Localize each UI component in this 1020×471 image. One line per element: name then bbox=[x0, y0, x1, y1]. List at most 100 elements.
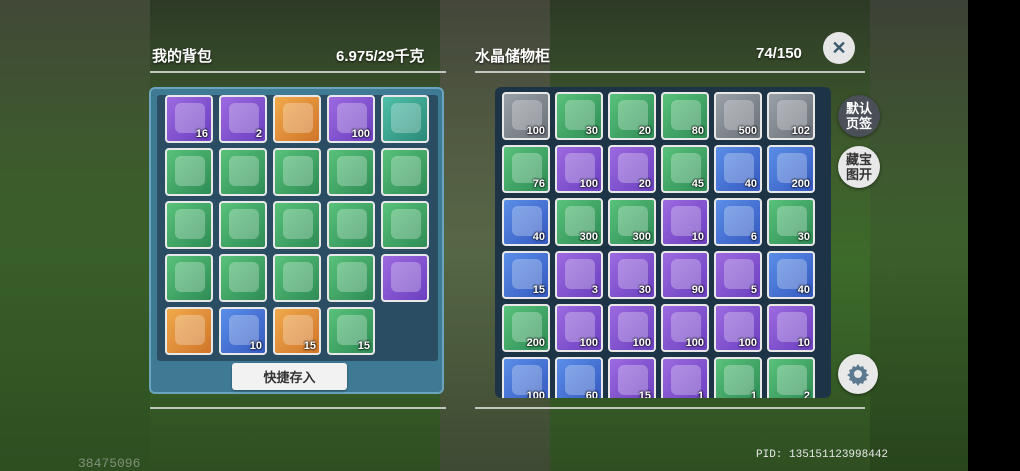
storage-slot[interactable]: 30 bbox=[767, 198, 815, 246]
divider-bottom-right bbox=[475, 407, 865, 409]
backpack-slot[interactable]: 2 bbox=[219, 95, 267, 143]
storage-slot[interactable]: 45 bbox=[661, 145, 709, 193]
item-count: 16 bbox=[195, 128, 208, 140]
item-count: 2 bbox=[803, 390, 810, 398]
storage-slot[interactable]: 100 bbox=[608, 304, 656, 352]
backpack-slot[interactable] bbox=[381, 148, 429, 196]
crystal-cat-icon bbox=[175, 315, 205, 345]
backpack-slot[interactable] bbox=[381, 95, 429, 143]
backpack-slot[interactable]: 15 bbox=[273, 307, 321, 355]
storage-slot[interactable]: 100 bbox=[555, 304, 603, 352]
storage-slot[interactable]: 100 bbox=[661, 304, 709, 352]
backpack-slot[interactable] bbox=[165, 201, 213, 249]
storage-slot[interactable]: 20 bbox=[608, 92, 656, 140]
backpack-slot[interactable] bbox=[165, 254, 213, 302]
backpack-slot[interactable] bbox=[273, 201, 321, 249]
lantern-icon bbox=[175, 262, 205, 292]
storage-slot[interactable]: 10 bbox=[767, 304, 815, 352]
storage-slot[interactable]: 5 bbox=[714, 251, 762, 299]
item-count: 500 bbox=[738, 125, 757, 137]
backpack-slot[interactable] bbox=[273, 95, 321, 143]
backpack-slot[interactable] bbox=[219, 148, 267, 196]
settings-button[interactable] bbox=[838, 354, 878, 394]
storage-slot[interactable]: 300 bbox=[555, 198, 603, 246]
backpack-slot[interactable]: 15 bbox=[327, 307, 375, 355]
uid-watermark: 38475096 bbox=[78, 456, 141, 471]
item-count: 100 bbox=[579, 178, 598, 190]
horn-icon bbox=[283, 103, 313, 133]
storage-slot[interactable]: 100 bbox=[502, 357, 550, 398]
backpack-slot[interactable] bbox=[381, 201, 429, 249]
storage-slot[interactable]: 500 bbox=[714, 92, 762, 140]
storage-slot[interactable]: 100 bbox=[714, 304, 762, 352]
close-button[interactable]: ✕ bbox=[823, 32, 855, 64]
item-count: 30 bbox=[585, 125, 598, 137]
blue-lizard-icon bbox=[283, 262, 313, 292]
backpack-slot[interactable]: 10 bbox=[219, 307, 267, 355]
storage-slot[interactable]: 100 bbox=[502, 92, 550, 140]
backpack-slot[interactable]: 100 bbox=[327, 95, 375, 143]
default-page-label: 默认页签 bbox=[845, 101, 872, 131]
backpack-weight: 6.975/29千克 bbox=[336, 48, 425, 65]
backpack-slot[interactable] bbox=[327, 148, 375, 196]
storage-slot[interactable]: 30 bbox=[555, 92, 603, 140]
green-fish-icon bbox=[724, 206, 754, 236]
storage-slot[interactable]: 2 bbox=[767, 357, 815, 398]
item-count: 90 bbox=[691, 284, 704, 296]
storage-slot[interactable]: 300 bbox=[608, 198, 656, 246]
storage-slot[interactable]: 3 bbox=[555, 251, 603, 299]
storage-slot[interactable]: 76 bbox=[502, 145, 550, 193]
lantern-icon bbox=[283, 156, 313, 186]
divider-bottom-left bbox=[150, 407, 446, 409]
storage-slot[interactable]: 200 bbox=[502, 304, 550, 352]
backpack-slot[interactable] bbox=[219, 201, 267, 249]
item-count: 15 bbox=[638, 390, 651, 398]
backpack-slot[interactable] bbox=[165, 148, 213, 196]
divider-top-left bbox=[150, 71, 446, 73]
sack-icon bbox=[671, 365, 701, 395]
storage-slot[interactable]: 40 bbox=[767, 251, 815, 299]
storage-slot[interactable]: 90 bbox=[661, 251, 709, 299]
quick-store-button[interactable]: 快捷存入 bbox=[232, 363, 347, 390]
storage-slot[interactable]: 1 bbox=[714, 357, 762, 398]
item-count: 20 bbox=[638, 125, 651, 137]
item-count: 15 bbox=[357, 340, 370, 352]
storage-slot[interactable]: 40 bbox=[502, 198, 550, 246]
storage-slot[interactable]: 6 bbox=[714, 198, 762, 246]
backpack-slot[interactable] bbox=[273, 254, 321, 302]
bow-icon bbox=[391, 262, 421, 292]
storage-slot[interactable]: 60 bbox=[555, 357, 603, 398]
item-count: 100 bbox=[526, 125, 545, 137]
backpack-slot[interactable] bbox=[327, 254, 375, 302]
storage-slot[interactable]: 30 bbox=[608, 251, 656, 299]
backpack-slot[interactable] bbox=[327, 201, 375, 249]
backpack-slot[interactable] bbox=[165, 307, 213, 355]
storage-slot[interactable]: 10 bbox=[661, 198, 709, 246]
storage-slot[interactable]: 200 bbox=[767, 145, 815, 193]
storage-slot[interactable]: 100 bbox=[555, 145, 603, 193]
item-count: 40 bbox=[797, 284, 810, 296]
item-count: 30 bbox=[797, 231, 810, 243]
storage-slot[interactable]: 40 bbox=[714, 145, 762, 193]
backpack-slot[interactable] bbox=[273, 148, 321, 196]
item-count: 15 bbox=[532, 284, 545, 296]
backpack-slot[interactable] bbox=[219, 254, 267, 302]
backpack-slot[interactable] bbox=[381, 254, 429, 302]
item-count: 300 bbox=[579, 231, 598, 243]
item-count: 102 bbox=[791, 125, 810, 137]
storage-slot[interactable]: 80 bbox=[661, 92, 709, 140]
item-count: 100 bbox=[685, 337, 704, 349]
storage-slot[interactable]: 102 bbox=[767, 92, 815, 140]
item-count: 80 bbox=[691, 125, 704, 137]
storage-slot[interactable]: 1 bbox=[661, 357, 709, 398]
storage-slot[interactable]: 20 bbox=[608, 145, 656, 193]
pid-label: PID: 135151123998442 bbox=[756, 449, 889, 461]
item-count: 100 bbox=[738, 337, 757, 349]
default-page-button[interactable]: 默认页签 bbox=[838, 95, 880, 137]
backpack-title: 我的背包 bbox=[152, 48, 213, 65]
treasure-map-button[interactable]: 藏宝图开 bbox=[838, 146, 880, 188]
storage-slot[interactable]: 15 bbox=[608, 357, 656, 398]
item-count: 300 bbox=[632, 231, 651, 243]
backpack-slot[interactable]: 16 bbox=[165, 95, 213, 143]
storage-slot[interactable]: 15 bbox=[502, 251, 550, 299]
